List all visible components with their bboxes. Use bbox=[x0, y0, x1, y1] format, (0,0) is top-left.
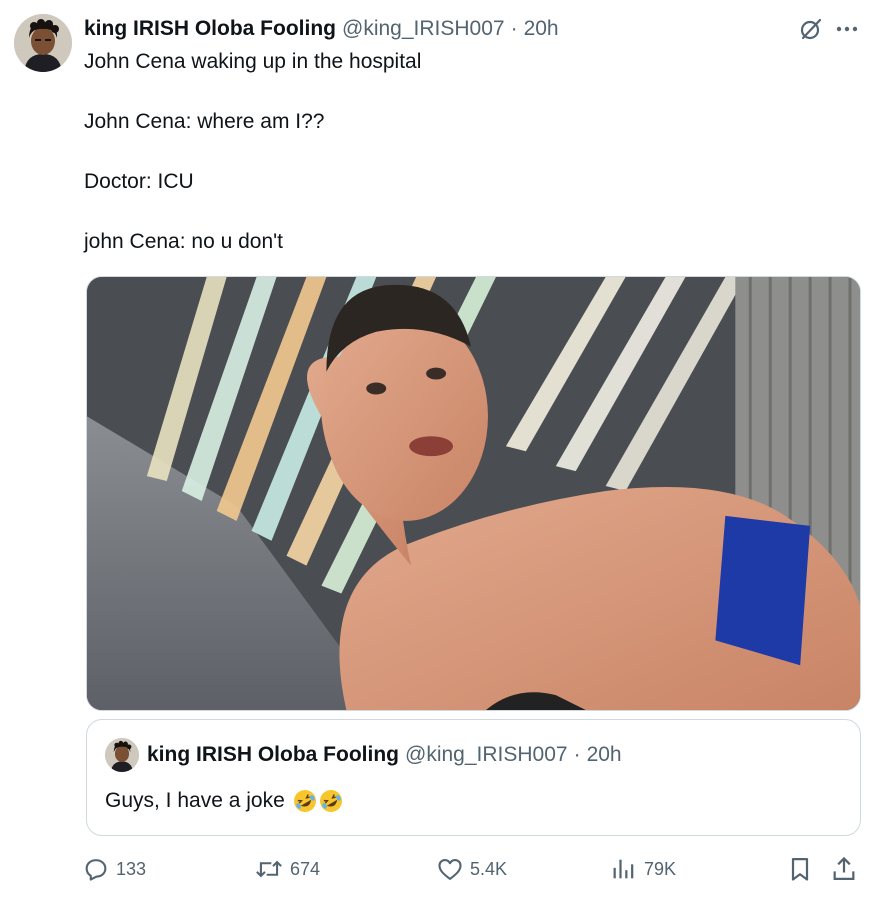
bookmark-button[interactable] bbox=[786, 852, 814, 886]
quote-author-name: king IRISH Oloba Fooling bbox=[147, 743, 399, 766]
tweet-actions: 133 674 5.4K 79K bbox=[82, 852, 862, 886]
views-button[interactable]: 79K bbox=[610, 852, 676, 886]
tweet-image[interactable] bbox=[86, 276, 861, 711]
author-avatar[interactable] bbox=[14, 14, 72, 72]
share-icon bbox=[833, 856, 855, 881]
quote-text: Guys, I have a joke bbox=[105, 786, 343, 816]
tweet-line: Doctor: ICU bbox=[84, 170, 194, 193]
tweet-text: John Cena waking up in the hospital John… bbox=[84, 47, 844, 257]
author-name[interactable]: king IRISH Oloba Fooling bbox=[84, 17, 336, 41]
quote-author-handle: @king_IRISH007 bbox=[405, 743, 568, 766]
rolling-laughing-emoji-icon bbox=[293, 790, 316, 812]
reply-button[interactable]: 133 bbox=[82, 852, 146, 886]
more-icon[interactable] bbox=[834, 16, 860, 42]
tweet-time[interactable]: 20h bbox=[524, 17, 559, 41]
author-handle[interactable]: @king_IRISH007 bbox=[342, 17, 505, 41]
repost-icon bbox=[256, 860, 282, 878]
rolling-laughing-emoji-icon bbox=[319, 790, 342, 812]
quote-header: king IRISH Oloba Fooling @king_IRISH007 … bbox=[147, 740, 622, 770]
quote-text-content: Guys, I have a joke bbox=[105, 789, 285, 812]
grok-icon[interactable] bbox=[798, 16, 824, 42]
share-button[interactable] bbox=[830, 852, 858, 886]
quoted-tweet[interactable]: king IRISH Oloba Fooling @king_IRISH007 … bbox=[86, 719, 861, 836]
quote-separator: · bbox=[573, 743, 581, 766]
like-count: 5.4K bbox=[470, 858, 508, 879]
repost-count: 674 bbox=[290, 858, 321, 879]
heart-icon bbox=[438, 858, 462, 880]
tweet-line: John Cena: where am I?? bbox=[84, 110, 325, 133]
quote-author-avatar bbox=[105, 738, 139, 772]
tweet-header: king IRISH Oloba Fooling @king_IRISH007 … bbox=[84, 14, 559, 44]
reply-count: 133 bbox=[116, 858, 147, 879]
separator: · bbox=[510, 17, 518, 40]
reply-icon bbox=[85, 859, 107, 881]
repost-button[interactable]: 674 bbox=[254, 852, 320, 886]
bookmark-icon bbox=[791, 857, 809, 881]
views-icon bbox=[613, 859, 634, 879]
like-button[interactable]: 5.4K bbox=[436, 852, 507, 886]
quote-time: 20h bbox=[586, 743, 622, 766]
tweet-top-actions bbox=[798, 16, 860, 42]
tweet-line: john Cena: no u don't bbox=[84, 230, 283, 253]
views-count: 79K bbox=[644, 858, 677, 879]
tweet-line: John Cena waking up in the hospital bbox=[84, 50, 422, 73]
